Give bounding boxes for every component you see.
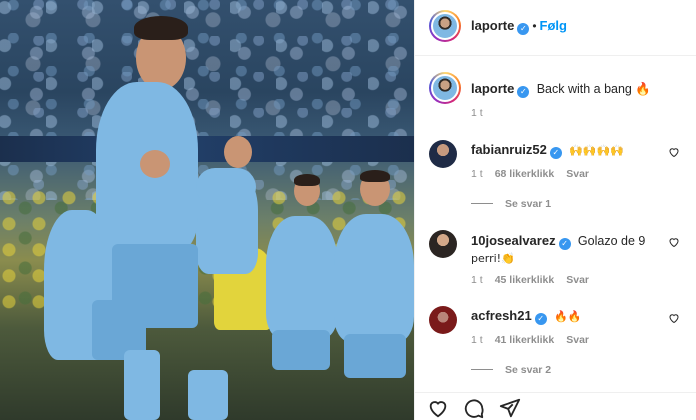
- view-replies-label[interactable]: Se svar 2: [505, 364, 551, 376]
- caption: laporte ✓ Back with a bang 🔥: [471, 81, 651, 98]
- comment-meta: 1 t 41 likerklikk Svar: [471, 334, 601, 346]
- heart-icon[interactable]: [668, 146, 680, 158]
- comment-likes[interactable]: 45 likerklikk: [495, 274, 555, 286]
- comment-username[interactable]: 10josealvarez: [471, 233, 556, 248]
- comment-text: Golazo de 9: [577, 234, 646, 248]
- share-icon[interactable]: [499, 397, 521, 419]
- comment-meta: 1 t 68 likerklikk Svar: [471, 168, 601, 180]
- post-side-panel: laporte ✓ • Følg laporte ✓ Back with a bang …: [414, 0, 696, 420]
- comment-avatar[interactable]: [429, 140, 457, 168]
- view-replies-label[interactable]: Se svar 1: [505, 198, 551, 210]
- comment-age: 1 t: [471, 274, 483, 286]
- verified-icon: ✓: [558, 238, 571, 250]
- comment-likes[interactable]: 41 likerklikk: [495, 334, 555, 346]
- heart-icon[interactable]: [668, 312, 680, 324]
- post-header: laporte ✓ • Følg: [415, 0, 696, 56]
- comment-avatar[interactable]: [429, 230, 457, 258]
- comment-username[interactable]: acfresh21: [471, 308, 532, 323]
- player-shirt: [266, 216, 338, 338]
- verified-icon: ✓: [549, 147, 562, 159]
- follow-button[interactable]: Følg: [540, 18, 567, 33]
- caption-avatar[interactable]: [429, 72, 461, 104]
- author-username[interactable]: laporte: [471, 18, 514, 33]
- caption-age: 1 t: [471, 107, 483, 119]
- caption-text: Back with a bang 🔥: [536, 82, 651, 96]
- heart-icon[interactable]: [427, 397, 449, 419]
- post-photo: [0, 0, 414, 420]
- comment-text-continued: perri!👏: [471, 252, 515, 265]
- reply-button[interactable]: Svar: [566, 274, 589, 286]
- verified-icon: ✓: [534, 313, 547, 325]
- caption-meta: 1 t: [471, 107, 495, 119]
- comment-body: acfresh21 ✓ 🔥🔥: [471, 308, 581, 325]
- replies-line: [471, 203, 493, 204]
- main-player-fist: [140, 150, 170, 178]
- comment-avatar[interactable]: [429, 306, 457, 334]
- author-avatar[interactable]: [429, 10, 461, 42]
- replies-line: [471, 369, 493, 370]
- header-info: laporte ✓ • Følg: [471, 18, 567, 35]
- main-player-sock: [124, 350, 160, 420]
- player-shorts: [344, 334, 406, 378]
- post-modal: laporte ✓ • Følg laporte ✓ Back with a bang …: [0, 0, 696, 420]
- comment-text: 🔥🔥: [554, 310, 582, 323]
- player-shirt: [334, 214, 414, 342]
- player-shorts: [272, 330, 330, 370]
- comment-age: 1 t: [471, 334, 483, 346]
- main-player-sock: [188, 370, 228, 420]
- comment-icon[interactable]: [463, 397, 485, 419]
- main-player-hair: [134, 16, 188, 40]
- separator-dot: •: [532, 19, 537, 33]
- view-replies-button[interactable]: Se svar 1: [471, 198, 551, 210]
- comment-likes[interactable]: 68 likerklikk: [495, 168, 555, 180]
- comment-text: 🙌🙌🙌🙌: [569, 144, 624, 157]
- comment-body: 10josealvarez ✓ Golazo de 9 perri!👏: [471, 232, 671, 267]
- reply-button[interactable]: Svar: [566, 334, 589, 346]
- reply-button[interactable]: Svar: [566, 168, 589, 180]
- action-bar: [415, 392, 696, 420]
- comment-meta: 1 t 45 likerklikk Svar: [471, 274, 601, 286]
- view-replies-button[interactable]: Se svar 2: [471, 364, 551, 376]
- caption-username[interactable]: laporte: [471, 81, 514, 96]
- verified-icon: ✓: [517, 86, 530, 98]
- heart-icon[interactable]: [668, 236, 680, 248]
- comment-age: 1 t: [471, 168, 483, 180]
- comment-username[interactable]: fabianruiz52: [471, 142, 547, 157]
- player-hair: [360, 170, 390, 182]
- main-player-shorts: [112, 244, 198, 328]
- comment-body: fabianruiz52 ✓ 🙌🙌🙌🙌: [471, 142, 624, 159]
- stadium-band: [0, 136, 414, 162]
- verified-icon: ✓: [517, 23, 530, 35]
- player-hair: [294, 174, 320, 186]
- player-head: [224, 136, 252, 168]
- main-player-arm: [196, 168, 256, 206]
